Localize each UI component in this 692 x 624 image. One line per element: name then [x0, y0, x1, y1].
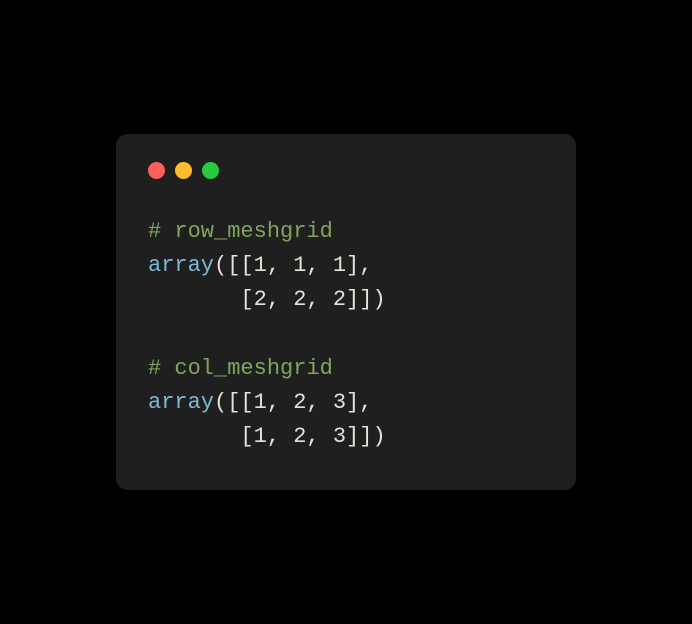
titlebar: [148, 162, 544, 179]
comment-line: # row_meshgrid: [148, 219, 333, 244]
code-block: # row_meshgrid array([[1, 1, 1], [2, 2, …: [148, 215, 544, 454]
func-name: array: [148, 253, 214, 278]
code-text: ([[1, 2, 3],: [214, 390, 372, 415]
code-text: [1, 2, 3]]): [240, 424, 385, 449]
func-name: array: [148, 390, 214, 415]
close-icon[interactable]: [148, 162, 165, 179]
maximize-icon[interactable]: [202, 162, 219, 179]
code-indent: [148, 287, 240, 312]
code-text: ([[1, 1, 1],: [214, 253, 372, 278]
comment-line: # col_meshgrid: [148, 356, 333, 381]
code-text: [2, 2, 2]]): [240, 287, 385, 312]
code-indent: [148, 424, 240, 449]
minimize-icon[interactable]: [175, 162, 192, 179]
code-window: # row_meshgrid array([[1, 1, 1], [2, 2, …: [116, 134, 576, 490]
blank-line: [148, 318, 544, 352]
